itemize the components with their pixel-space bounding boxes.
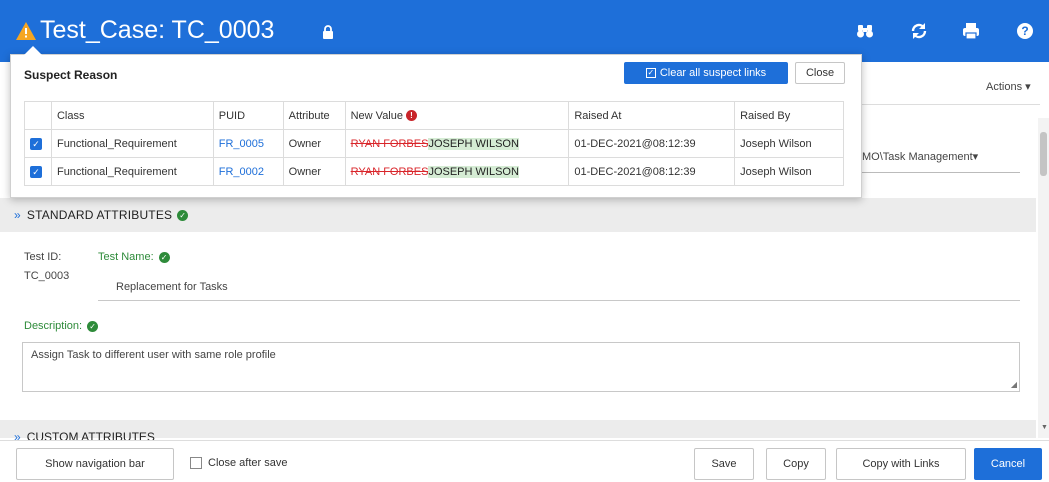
column-header-raised-by[interactable]: Raised By bbox=[734, 101, 844, 130]
folder-select-underline bbox=[860, 172, 1020, 173]
clear-all-suspect-links-label: Clear all suspect links bbox=[659, 67, 767, 79]
actions-menu[interactable]: Actions ▾ bbox=[986, 80, 1031, 93]
old-value: RYAN FORBES bbox=[350, 137, 429, 150]
table-header-row: Class PUID Attribute New Value! Raised A… bbox=[24, 101, 844, 130]
clear-links-icon: ✓ bbox=[645, 68, 656, 78]
new-value: JOSEPH WILSON bbox=[428, 165, 519, 178]
check-circle-icon: ✓ bbox=[177, 210, 189, 222]
copy-button[interactable]: Copy bbox=[766, 448, 826, 480]
close-after-save-checkbox[interactable] bbox=[190, 457, 202, 469]
warning-icon bbox=[16, 22, 36, 40]
new-value: JOSEPH WILSON bbox=[428, 137, 519, 150]
class-cell: Functional_Requirement bbox=[50, 129, 214, 158]
popup-pointer bbox=[24, 46, 42, 55]
check-circle-icon: ✓ bbox=[87, 320, 99, 332]
title-bar: Test_Case: TC_0003 ? bbox=[0, 0, 1049, 62]
old-value: RYAN FORBES bbox=[350, 165, 429, 178]
column-header-puid[interactable]: PUID bbox=[212, 101, 284, 130]
test-name-underline bbox=[98, 300, 1020, 301]
new-value-cell: RYAN FORBESJOSEPH WILSON bbox=[344, 157, 570, 186]
description-label-text: Description: bbox=[24, 320, 83, 332]
save-button[interactable]: Save bbox=[694, 448, 754, 480]
page-title: Test_Case: TC_0003 bbox=[40, 16, 275, 44]
column-header-new-value[interactable]: New Value! bbox=[344, 101, 570, 130]
info-icon[interactable]: ! bbox=[406, 110, 417, 122]
table-row: ✓ Functional_Requirement FR_0002 Owner R… bbox=[24, 157, 844, 186]
description-text: Assign Task to different user with same … bbox=[31, 349, 276, 361]
custom-attributes-header[interactable] bbox=[0, 420, 1036, 438]
caret-down-icon: ▾ bbox=[1025, 81, 1031, 93]
row-select-cell: ✓ bbox=[24, 129, 52, 158]
row-select-cell: ✓ bbox=[24, 157, 52, 186]
standard-attributes-label: STANDARD ATTRIBUTES bbox=[26, 208, 173, 222]
table-row: ✓ Functional_Requirement FR_0005 Owner R… bbox=[24, 129, 844, 158]
popup-title: Suspect Reason bbox=[24, 68, 118, 82]
resize-grip-icon[interactable]: ◢ bbox=[1011, 380, 1017, 389]
folder-select[interactable]: MO\Task Management▾ bbox=[862, 150, 978, 163]
scrollbar-thumb[interactable] bbox=[1040, 132, 1047, 176]
actions-label: Actions bbox=[986, 81, 1023, 93]
caret-down-icon: ▾ bbox=[972, 151, 979, 163]
check-circle-icon: ✓ bbox=[158, 251, 170, 263]
test-name-label-text: Test Name: bbox=[98, 251, 154, 263]
row-checkbox[interactable]: ✓ bbox=[30, 137, 42, 150]
test-name-input[interactable]: Replacement for Tasks bbox=[116, 281, 228, 293]
copy-with-links-button[interactable]: Copy with Links bbox=[836, 448, 966, 480]
attribute-cell: Owner bbox=[282, 129, 346, 158]
folder-select-value: MO\Task Management bbox=[862, 151, 973, 163]
puid-cell: FR_0005 bbox=[212, 129, 284, 158]
column-header-class[interactable]: Class bbox=[50, 101, 214, 130]
description-label: Description: ✓ bbox=[24, 320, 99, 332]
raised-at-cell: 01-DEC-2021@08:12:39 bbox=[568, 157, 736, 186]
clear-all-suspect-links-button[interactable]: ✓ Clear all suspect links bbox=[624, 62, 788, 84]
help-icon[interactable]: ? bbox=[1016, 22, 1034, 40]
puid-link[interactable]: FR_0005 bbox=[219, 138, 264, 150]
svg-text:?: ? bbox=[1021, 24, 1028, 38]
puid-cell: FR_0002 bbox=[212, 157, 284, 186]
column-header-new-value-label: New Value bbox=[350, 109, 403, 122]
test-id-label: Test ID: bbox=[24, 251, 62, 263]
puid-link[interactable]: FR_0002 bbox=[219, 166, 264, 178]
attribute-cell: Owner bbox=[282, 157, 346, 186]
popup-close-button[interactable]: Close bbox=[795, 62, 845, 84]
column-header-raised-at[interactable]: Raised At bbox=[568, 101, 736, 130]
binoculars-icon[interactable] bbox=[856, 22, 874, 40]
raised-at-cell: 01-DEC-2021@08:12:39 bbox=[568, 129, 736, 158]
row-checkbox[interactable]: ✓ bbox=[30, 165, 42, 178]
new-value-cell: RYAN FORBESJOSEPH WILSON bbox=[344, 129, 570, 158]
divider bbox=[860, 104, 1040, 105]
show-navigation-bar-button[interactable]: Show navigation bar bbox=[16, 448, 174, 480]
collapse-chevron-icon: » bbox=[14, 208, 21, 222]
raised-by-cell: Joseph Wilson bbox=[734, 157, 844, 186]
print-icon[interactable] bbox=[962, 22, 980, 40]
suspect-links-table: Class PUID Attribute New Value! Raised A… bbox=[24, 101, 844, 186]
test-id-value: TC_0003 bbox=[24, 270, 70, 282]
column-header-attribute[interactable]: Attribute bbox=[282, 101, 346, 130]
scroll-down-arrow-icon[interactable]: ▼ bbox=[1041, 424, 1048, 431]
test-name-label: Test Name: ✓ bbox=[98, 251, 170, 263]
close-after-save-label[interactable]: Close after save bbox=[208, 457, 287, 469]
standard-attributes-title[interactable]: » STANDARD ATTRIBUTES ✓ bbox=[14, 208, 189, 222]
class-cell: Functional_Requirement bbox=[50, 157, 214, 186]
cancel-button[interactable]: Cancel bbox=[974, 448, 1042, 480]
raised-by-cell: Joseph Wilson bbox=[734, 129, 844, 158]
lock-icon bbox=[323, 25, 333, 39]
refresh-icon[interactable] bbox=[910, 22, 928, 40]
column-header-select bbox=[24, 101, 52, 130]
description-textarea[interactable]: Assign Task to different user with same … bbox=[22, 342, 1020, 392]
